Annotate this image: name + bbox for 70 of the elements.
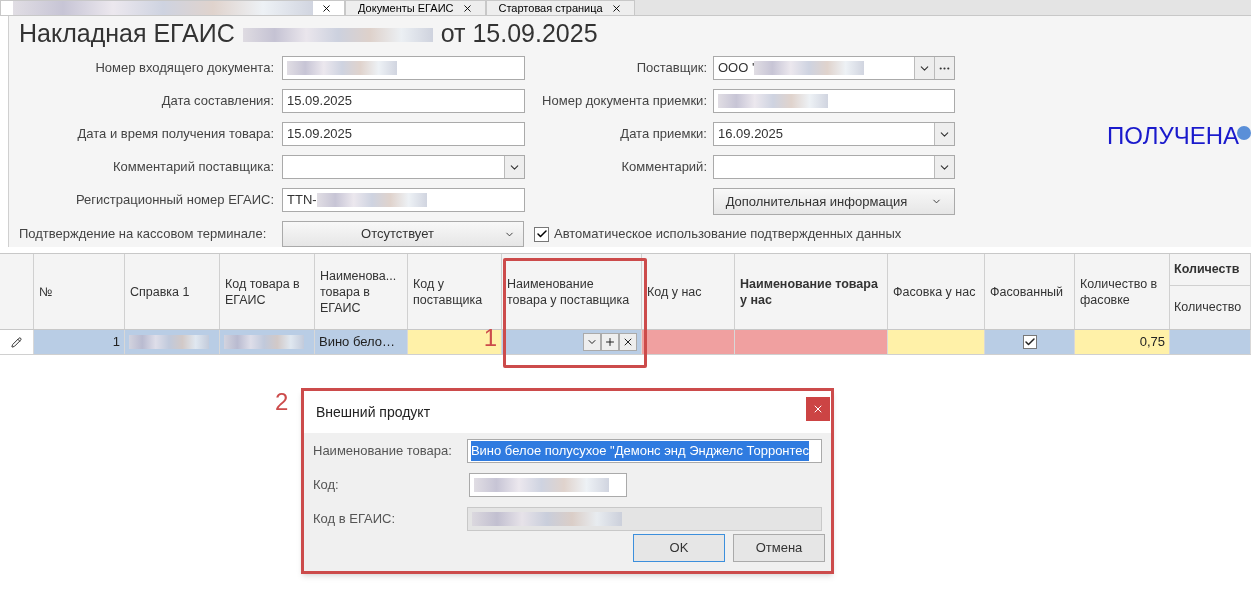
input-field[interactable]	[469, 473, 627, 497]
dropdown-field[interactable]	[713, 155, 955, 179]
column-header[interactable]: Количество в фасовке	[1080, 275, 1164, 308]
field-label: Дата составления:	[160, 92, 274, 111]
document-date: от 15.09.2025	[440, 18, 598, 50]
field-label: Комментарий поставщика:	[112, 158, 274, 177]
field-label: Номер входящего документа:	[94, 59, 274, 78]
field-label: Комментарий:	[620, 158, 707, 177]
field-value: 15.09.2025	[287, 125, 353, 144]
field-label: Подтверждение на кассовом терминале:	[19, 225, 268, 244]
column-header[interactable]: Код у нас	[647, 283, 702, 300]
column-header[interactable]: Фасовка у нас	[893, 283, 976, 300]
column-header[interactable]: Код у поставщика	[413, 275, 496, 308]
status-label: ПОЛУЧЕНА	[1107, 121, 1239, 151]
input-field[interactable]	[713, 89, 955, 113]
column-header[interactable]: №	[39, 283, 53, 300]
selected-text: Вино белое полусухое "Демонс энд Энджелс Торронтес	[470, 441, 810, 461]
checkbox[interactable]	[1022, 335, 1037, 349]
tab-label: Документы ЕГАИС	[358, 2, 454, 14]
field-value: 16.09.2025	[718, 125, 784, 144]
dropdown-field[interactable]: ООО '	[713, 56, 955, 80]
field-label: Код в ЕГАИС:	[313, 510, 397, 528]
additional-info-button[interactable]: Дополнительная информация	[713, 188, 955, 215]
column-group-header: Количеств	[1174, 261, 1240, 279]
field-label: Код:	[313, 476, 340, 494]
field-value: TTN-	[287, 191, 317, 210]
close-icon[interactable]	[610, 2, 622, 14]
field-label: Дата и время получения товара:	[76, 125, 274, 144]
more-icon[interactable]	[934, 57, 954, 79]
dropdown-field[interactable]	[282, 155, 525, 179]
column-header[interactable]: Количество	[1174, 298, 1242, 317]
close-icon[interactable]	[619, 333, 637, 351]
input-field[interactable]: 15.09.2025	[282, 89, 525, 113]
column-header[interactable]: Справка 1	[130, 283, 190, 300]
close-icon[interactable]	[321, 2, 332, 14]
tab[interactable]: Стартовая страница	[485, 0, 635, 15]
dialog-button[interactable]: Отмена	[733, 534, 825, 562]
close-icon[interactable]	[461, 2, 473, 14]
close-button[interactable]	[806, 397, 830, 421]
field-label: Регистрационный номер ЕГАИС:	[74, 191, 274, 210]
column-header[interactable]: Код товара в ЕГАИС	[225, 275, 309, 308]
input-field[interactable]: TTN-	[282, 188, 525, 212]
field-label: Номер документа приемки:	[541, 92, 707, 111]
field-value: 15.09.2025	[287, 92, 353, 111]
input-field[interactable]: Вино белое полусухое "Демонс энд Энджелс Торронтес	[466, 439, 822, 463]
table-cell: 0,75	[1075, 330, 1170, 354]
callout-number: 2	[275, 387, 289, 417]
input-field[interactable]: 15.09.2025	[282, 122, 525, 146]
column-header[interactable]: Наименова... товара в ЕГАИС	[320, 267, 402, 316]
edit-icon	[11, 336, 22, 348]
field-label: Поставщик:	[635, 59, 707, 78]
document-title: Накладная ЕГАИС	[19, 18, 235, 50]
tab[interactable]: Документы ЕГАИС	[345, 0, 486, 15]
column-header[interactable]: Наименование товара у нас	[740, 275, 882, 308]
checkbox-label: Автоматическое использование подтвержденных данных	[554, 225, 902, 244]
info-icon	[1237, 126, 1251, 140]
close-icon	[812, 403, 824, 415]
column-header[interactable]: Наименование товара у поставщика	[507, 275, 636, 308]
field-value: ООО '	[718, 59, 755, 78]
dialog-button[interactable]: OK	[633, 534, 725, 562]
confirmation-dropdown[interactable]: Отсутствует	[282, 221, 524, 247]
input-field[interactable]	[282, 56, 525, 80]
checkbox[interactable]	[534, 226, 549, 242]
dialog-title: Внешний продукт	[315, 402, 432, 422]
field-label: Дата приемки:	[619, 125, 707, 144]
column-header[interactable]: Фасованный	[990, 283, 1064, 300]
dropdown-field[interactable]: 16.09.2025	[713, 122, 955, 146]
table-row[interactable]: 1 Вино бело… 1 0,75	[0, 330, 1251, 355]
field-label: Наименование товара:	[313, 442, 453, 460]
tab-label: Стартовая страница	[498, 2, 603, 14]
